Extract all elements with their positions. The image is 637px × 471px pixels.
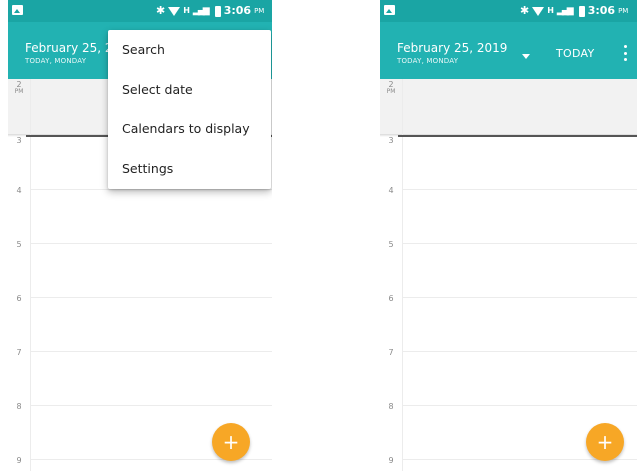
today-button[interactable]: TODAY	[556, 47, 595, 60]
wifi-icon	[532, 6, 545, 16]
bluetooth-icon: ✱	[156, 4, 166, 17]
hour-line	[30, 405, 272, 406]
dropdown-arrow-icon[interactable]	[522, 54, 530, 59]
hour-label-3: 3	[388, 136, 394, 145]
network-type: H	[183, 6, 190, 15]
date-title[interactable]: February 25, 20	[25, 41, 120, 55]
time-column-divider	[30, 79, 31, 471]
status-ampm: PM	[618, 7, 629, 15]
signal-icon: ▂▄▆	[192, 6, 210, 16]
time-column-divider	[402, 79, 403, 471]
hour-line	[402, 297, 637, 298]
network-type: H	[547, 6, 554, 15]
hour-label-7: 7	[16, 348, 22, 357]
hour-label-8: 8	[388, 402, 394, 411]
app-bar: February 25, 2019 TODAY, MONDAY TODAY	[380, 22, 637, 79]
current-time-indicator	[398, 135, 637, 137]
hour-line	[30, 189, 272, 190]
hour-line	[30, 243, 272, 244]
hour-label-7: 7	[388, 348, 394, 357]
add-icon: +	[222, 430, 240, 454]
hour-label-4: 4	[16, 186, 22, 195]
hour-label-5: 5	[16, 240, 22, 249]
hour-label-2pm: 2 PM	[14, 80, 24, 95]
date-title[interactable]: February 25, 2019	[397, 41, 507, 55]
hour-line	[30, 351, 272, 352]
hour-label-4: 4	[388, 186, 394, 195]
battery-icon	[214, 5, 221, 17]
phone-screen-default: ✱ H ▂▄▆ 3:06 PM February 25, 2019 TODAY,…	[380, 0, 637, 471]
all-day-area[interactable]	[380, 79, 637, 134]
hour-label-6: 6	[388, 294, 394, 303]
more-vert-icon[interactable]	[623, 45, 627, 61]
bluetooth-icon: ✱	[520, 4, 530, 17]
hour-line	[402, 405, 637, 406]
overflow-menu: Search Select date Calendars to display …	[108, 30, 271, 189]
gallery-icon	[384, 5, 395, 15]
add-event-button[interactable]: +	[586, 423, 624, 461]
hour-label-8: 8	[16, 402, 22, 411]
status-bar: ✱ H ▂▄▆ 3:06 PM	[8, 0, 272, 22]
status-icons: ✱ H ▂▄▆ 3:06 PM	[520, 3, 628, 19]
status-bar: ✱ H ▂▄▆ 3:06 PM	[380, 0, 637, 22]
menu-item-calendars-to-display[interactable]: Calendars to display	[108, 109, 271, 149]
hour-line	[402, 243, 637, 244]
hour-label-6: 6	[16, 294, 22, 303]
wifi-icon	[168, 6, 181, 16]
gallery-icon	[12, 5, 23, 15]
menu-item-search[interactable]: Search	[108, 30, 271, 70]
add-icon: +	[596, 430, 614, 454]
hour-label-2pm: 2 PM	[386, 80, 396, 95]
add-event-button[interactable]: +	[212, 423, 250, 461]
status-time: 3:06	[223, 4, 252, 17]
status-ampm: PM	[254, 7, 265, 15]
signal-icon: ▂▄▆	[556, 6, 574, 16]
menu-item-select-date[interactable]: Select date	[108, 70, 271, 110]
date-subtitle: TODAY, MONDAY	[397, 57, 459, 65]
date-subtitle: TODAY, MONDAY	[25, 57, 87, 65]
battery-icon	[578, 5, 585, 17]
hour-label-9: 9	[16, 456, 22, 465]
status-icons: ✱ H ▂▄▆ 3:06 PM	[156, 3, 264, 19]
status-time: 3:06	[587, 4, 616, 17]
phone-screen-menu-open: ✱ H ▂▄▆ 3:06 PM February 25, 20 TODAY, M…	[8, 0, 272, 471]
menu-item-settings[interactable]: Settings	[108, 149, 271, 189]
hour-line	[402, 189, 637, 190]
hour-label-5: 5	[388, 240, 394, 249]
hour-line	[30, 297, 272, 298]
hour-label-9: 9	[388, 456, 394, 465]
hour-label-3: 3	[16, 136, 22, 145]
hour-line	[402, 351, 637, 352]
